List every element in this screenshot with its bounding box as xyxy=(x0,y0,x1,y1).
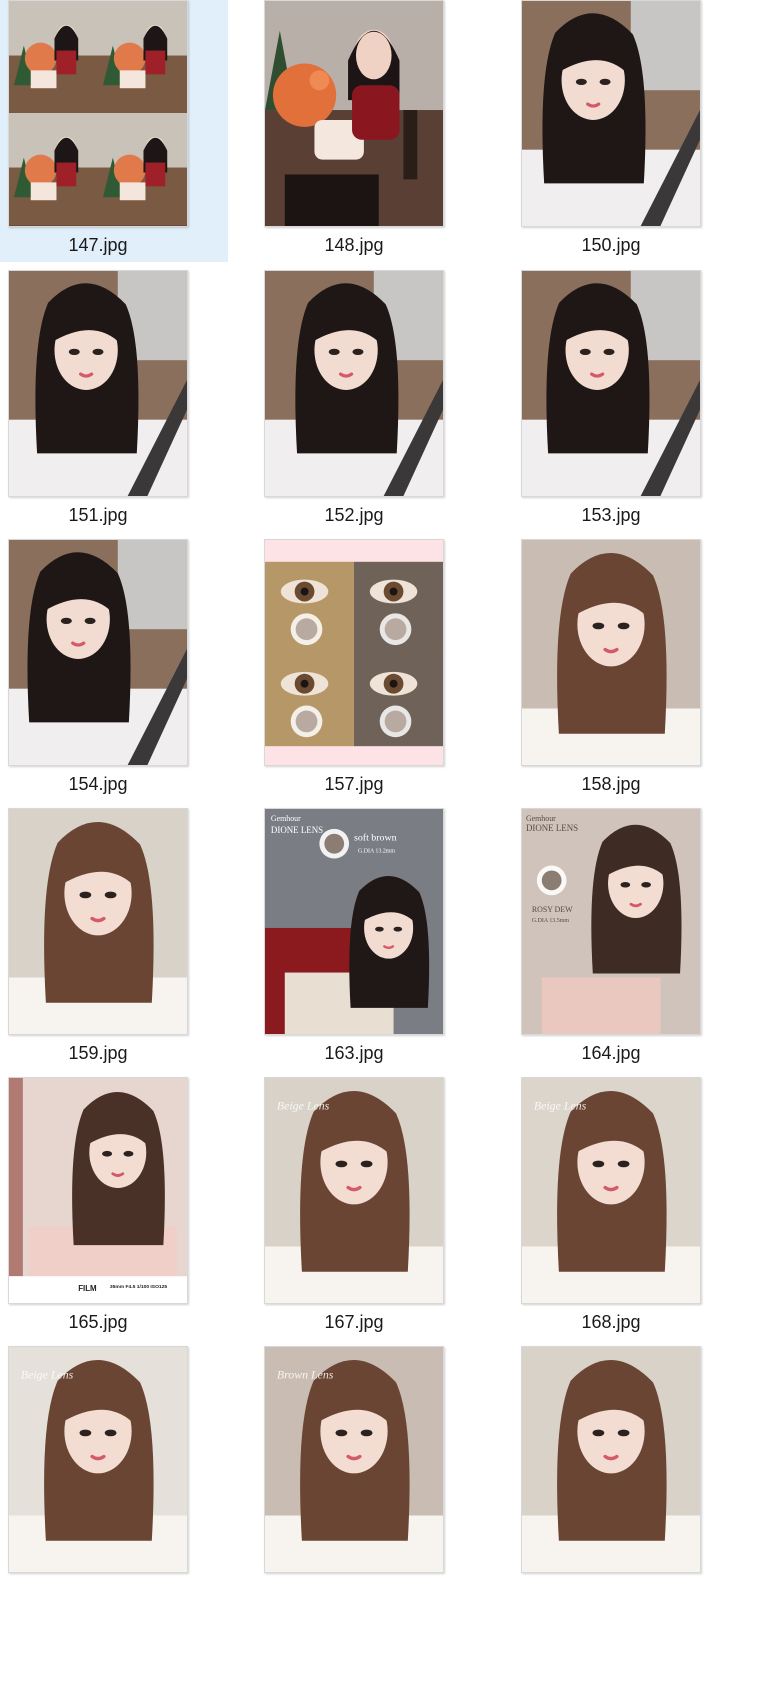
thumbnail-image: Beige Lens xyxy=(265,1078,443,1303)
thumbnail-image: Beige Lens xyxy=(522,1078,700,1303)
file-name-label[interactable]: 158.jpg xyxy=(516,773,706,795)
file-thumbnail[interactable] xyxy=(8,539,188,766)
file-thumbnail[interactable] xyxy=(8,270,188,497)
file-name-label[interactable]: 163.jpg xyxy=(259,1042,449,1064)
file-item[interactable]: 152.jpg xyxy=(256,270,484,532)
file-item[interactable]: 158.jpg xyxy=(513,539,741,801)
file-name-label[interactable]: 157.jpg xyxy=(259,773,449,795)
file-item[interactable]: FILM 35mm F4.5 1/100 ISO125 165.jpg xyxy=(0,1077,228,1339)
thumbnail-image xyxy=(522,271,700,496)
file-item[interactable]: Gemhour DIONE LENS soft brown G.DIA 13.2mm 1… xyxy=(256,808,484,1070)
file-thumbnail[interactable]: Gemhour DIONE LENS soft brown G.DIA 13.2mm xyxy=(264,808,444,1035)
file-thumbnail[interactable]: Beige Lens xyxy=(264,1077,444,1304)
file-name-label[interactable]: 165.jpg xyxy=(3,1311,193,1333)
file-thumbnail[interactable] xyxy=(8,808,188,1035)
file-item[interactable]: 157.jpg xyxy=(256,539,484,801)
file-name-label[interactable]: 167.jpg xyxy=(259,1311,449,1333)
thumbnail-image xyxy=(522,1347,700,1572)
thumbnail-image xyxy=(9,1,187,226)
lens-shade-text: ROSY DEW xyxy=(532,905,573,914)
file-item[interactable]: 153.jpg xyxy=(513,270,741,532)
thumbnail-image: Gemhour DIONE LENS soft brown G.DIA 13.2mm xyxy=(265,809,443,1034)
file-item[interactable]: 154.jpg xyxy=(0,539,228,801)
file-name-label[interactable]: 147.jpg xyxy=(3,234,193,256)
thumbnail-image xyxy=(265,540,443,765)
thumbnail-image xyxy=(9,271,187,496)
file-item[interactable]: 159.jpg xyxy=(0,808,228,1070)
file-name-label[interactable]: 168.jpg xyxy=(516,1311,706,1333)
file-item[interactable]: 148.jpg xyxy=(256,0,484,262)
file-name-label[interactable]: 164.jpg xyxy=(516,1042,706,1064)
thumbnail-image xyxy=(522,1,700,226)
thumbnail-image xyxy=(9,809,187,1034)
thumbnail-image: FILM 35mm F4.5 1/100 ISO125 xyxy=(9,1078,187,1303)
watermark-text: Beige Lens xyxy=(21,1368,74,1382)
file-name-label[interactable]: 151.jpg xyxy=(3,504,193,526)
file-thumbnail[interactable] xyxy=(264,0,444,227)
lens-product-text: DIONE LENS xyxy=(271,825,323,835)
file-item[interactable] xyxy=(513,1346,741,1608)
file-thumbnail[interactable]: Brown Lens xyxy=(264,1346,444,1573)
watermark-text: Brown Lens xyxy=(277,1368,334,1382)
file-thumbnail[interactable]: FILM 35mm F4.5 1/100 ISO125 xyxy=(8,1077,188,1304)
thumbnail-image xyxy=(9,540,187,765)
file-name-label[interactable]: 159.jpg xyxy=(3,1042,193,1064)
lens-spec-text: G.DIA 13.5mm xyxy=(532,918,569,924)
file-item[interactable]: 151.jpg xyxy=(0,270,228,532)
file-name-label[interactable]: 152.jpg xyxy=(259,504,449,526)
file-thumbnail[interactable]: Gemhour DIONE LENS ROSY DEW G.DIA 13.5mm xyxy=(521,808,701,1035)
exif-text: 35mm F4.5 1/100 ISO125 xyxy=(110,1284,168,1290)
file-thumbnail[interactable]: Beige Lens xyxy=(521,1077,701,1304)
file-thumbnail[interactable] xyxy=(264,539,444,766)
lens-brand-text: Gemhour xyxy=(526,814,556,823)
file-thumbnail[interactable] xyxy=(521,539,701,766)
thumbnail-image xyxy=(265,271,443,496)
file-thumbnail[interactable] xyxy=(8,0,188,227)
file-item[interactable]: 147.jpg xyxy=(0,0,228,262)
file-thumbnail[interactable] xyxy=(521,1346,701,1573)
file-name-label[interactable]: 148.jpg xyxy=(259,234,449,256)
file-item[interactable]: Beige Lens 168.jpg xyxy=(513,1077,741,1339)
lens-shade-text: soft brown xyxy=(354,833,397,844)
thumbnail-image: GemhourDIONE LENS ROSY DEW G.DIA 13.5mm xyxy=(522,809,700,1034)
watermark-text: Beige Lens xyxy=(534,1099,587,1113)
thumbnail-image xyxy=(265,1,443,226)
file-name-label[interactable]: 154.jpg xyxy=(3,773,193,795)
file-thumbnail[interactable] xyxy=(264,270,444,497)
lens-brand-text: Gemhour xyxy=(271,814,301,823)
watermark-text: Beige Lens xyxy=(277,1099,330,1113)
file-thumbnail[interactable]: Beige Lens xyxy=(8,1346,188,1573)
thumbnail-image: Brown Lens xyxy=(265,1347,443,1572)
thumbnail-grid: 147.jpg 148.jpg 150.jpg 151.jpg 152.jpg 153.j… xyxy=(0,0,759,1692)
file-thumbnail[interactable] xyxy=(521,270,701,497)
file-name-label[interactable]: 153.jpg xyxy=(516,504,706,526)
file-item[interactable]: 150.jpg xyxy=(513,0,741,262)
film-text: FILM xyxy=(78,1284,97,1293)
file-thumbnail[interactable] xyxy=(521,0,701,227)
thumbnail-image xyxy=(522,540,700,765)
thumbnail-image: Beige Lens xyxy=(9,1347,187,1572)
lens-product-text: DIONE LENS xyxy=(526,823,578,833)
lens-spec-text: G.DIA 13.2mm xyxy=(358,849,395,855)
file-item[interactable]: Beige Lens 167.jpg xyxy=(256,1077,484,1339)
file-item[interactable]: Gemhour DIONE LENS ROSY DEW G.DIA 13.5mm 164… xyxy=(513,808,741,1070)
file-name-label[interactable]: 150.jpg xyxy=(516,234,706,256)
file-item[interactable]: Brown Lens xyxy=(256,1346,484,1608)
file-item[interactable]: Beige Lens xyxy=(0,1346,228,1608)
